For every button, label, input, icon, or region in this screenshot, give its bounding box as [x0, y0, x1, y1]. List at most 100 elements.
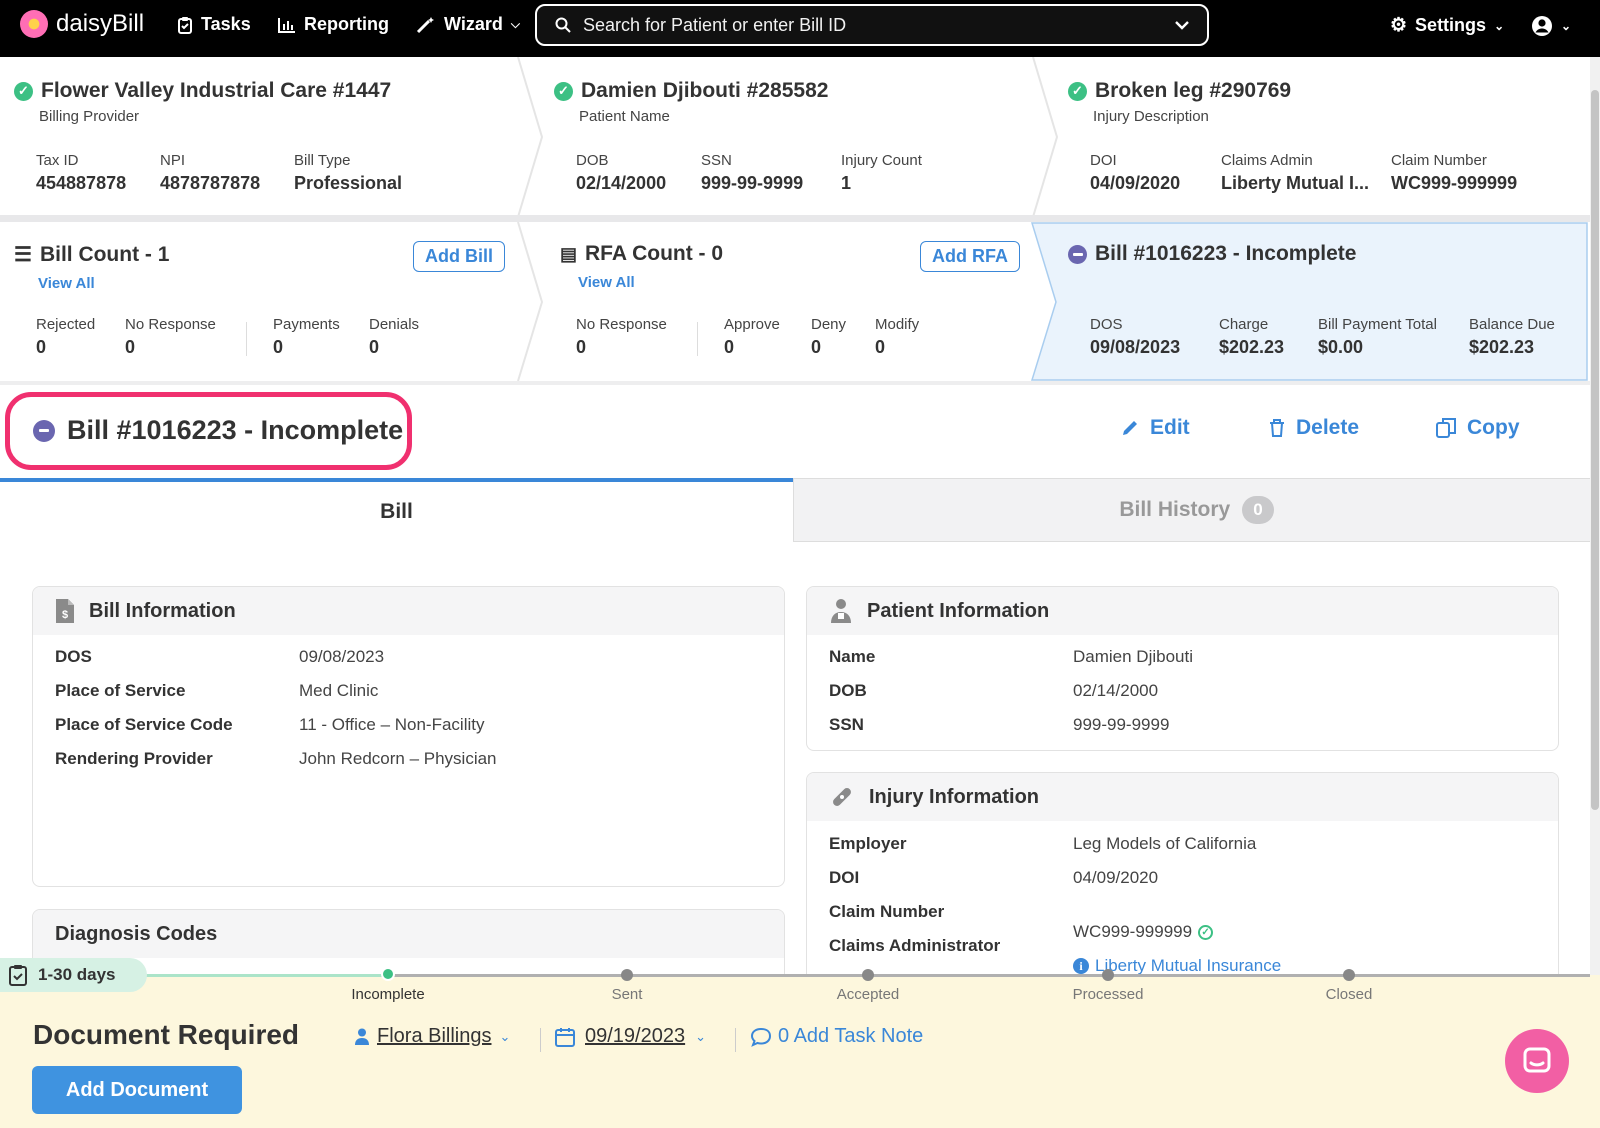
check-circle-icon: ✓	[14, 81, 33, 101]
bill-rejected: Rejected 0	[36, 316, 96, 357]
tab-bill-history-label: Bill History	[1119, 498, 1231, 521]
divider	[246, 322, 247, 356]
bill-balance-due: Balance Due $202.23	[1469, 316, 1555, 357]
copy-button[interactable]: Copy	[1435, 416, 1520, 440]
patient-information-panel: Patient Information Name Damien Djibouti …	[806, 586, 1559, 751]
divider	[540, 1028, 541, 1052]
bill-information-header: $ Bill Information	[33, 587, 784, 635]
selected-bill-card[interactable]: Bill #1016223 - Incomplete DOS 09/08/2023…	[1055, 222, 1590, 381]
provider-card[interactable]: ✓ Flower Valley Industrial Care #1447 Bil…	[0, 57, 520, 217]
step-label-sent: Sent	[611, 986, 643, 1003]
nav-reporting[interactable]: Reporting	[278, 14, 389, 35]
bandage-icon	[833, 788, 851, 806]
step-dot-accepted	[862, 969, 874, 981]
nav-tasks[interactable]: Tasks	[177, 14, 251, 35]
copy-icon	[1436, 418, 1456, 438]
place-of-service-row: Place of Service Med Clinic	[55, 681, 379, 700]
bill-dos-row: DOS 09/08/2023	[55, 647, 385, 666]
counts-row: ☰ Bill Count - 1 View All Add Bill Reject…	[0, 222, 1600, 381]
provider-subtitle: Billing Provider	[39, 108, 140, 125]
comment-icon	[750, 1027, 772, 1047]
add-bill-button[interactable]: Add Bill	[413, 241, 505, 272]
summary-row: ✓ Flower Valley Industrial Care #1447 Bil…	[0, 57, 1600, 217]
chevron-down-icon: ⌄	[695, 1028, 707, 1044]
bill-denials: Denials 0	[369, 316, 420, 357]
invoice-icon: $	[56, 599, 74, 623]
tab-bill[interactable]: Bill	[0, 478, 793, 542]
add-rfa-button[interactable]: Add RFA	[920, 241, 1020, 272]
patient-name-row: Name Damien Djibouti	[829, 647, 1193, 666]
app-window: daisyBill Tasks Reporting Wizard ⌵ ⚙ Set…	[0, 0, 1600, 1128]
nav-settings[interactable]: ⚙ Settings ⌄	[1390, 14, 1504, 37]
brand-logo[interactable]: daisyBill	[20, 10, 144, 38]
bill-payment-total: Bill Payment Total $0.00	[1318, 316, 1437, 357]
search-input[interactable]	[583, 14, 1163, 36]
step-label-incomplete: Incomplete	[351, 986, 425, 1003]
rendering-provider-row: Rendering Provider John Redcorn – Physici…	[55, 749, 497, 768]
nav-reporting-label: Reporting	[304, 14, 389, 34]
patient-card[interactable]: ✓ Damien Djibouti #285582 Patient Name DO…	[540, 57, 1040, 217]
injury-information-header: Injury Information	[807, 773, 1558, 821]
user-menu[interactable]: ⌄	[1531, 15, 1571, 37]
add-document-button[interactable]: Add Document	[32, 1066, 242, 1114]
patient-title: Damien Djibouti #285582	[581, 79, 829, 102]
patient-dob-row: DOB 02/14/2000	[829, 681, 1159, 700]
chevron-down-icon: ⌄	[1494, 18, 1505, 33]
rfa-count-title: RFA Count - 0	[585, 242, 724, 265]
nav-wizard-label: Wizard	[444, 14, 503, 34]
bill-count-title: Bill Count - 1	[39, 242, 170, 266]
place-of-service-code-row: Place of Service Code 11 - Office – Non-F…	[55, 715, 485, 734]
svg-text:$: $	[62, 609, 68, 621]
patient-icon	[831, 599, 851, 623]
scrollbar-thumb[interactable]	[1591, 90, 1599, 810]
provider-npi: NPI 4878787878	[160, 152, 261, 193]
document-list-icon: ▤	[560, 243, 578, 264]
claims-administrator-row: Claims Administrator i Liberty Mutual Ins…	[829, 936, 1282, 975]
age-badge: 1-30 days	[0, 958, 147, 992]
diagnosis-codes-header: Diagnosis Codes	[33, 910, 784, 958]
add-task-note-button[interactable]: 0 Add Task Note	[750, 1025, 923, 1048]
search-icon	[555, 17, 571, 33]
section-divider	[0, 215, 1600, 222]
check-circle-icon: ✓	[554, 81, 573, 101]
rfa-count-card: ▤ RFA Count - 0 View All Add RFA No Respo…	[540, 222, 1035, 381]
step-label-accepted: Accepted	[836, 986, 900, 1003]
assignee-dropdown[interactable]: Flora Billings ⌄	[355, 1025, 510, 1048]
user-avatar-icon	[1532, 16, 1552, 36]
injury-claims-admin: Claims Admin Liberty Mutual I...	[1221, 152, 1370, 193]
step-label-closed: Closed	[1325, 986, 1373, 1003]
nav-tasks-label: Tasks	[201, 14, 251, 34]
view-all-rfa-link[interactable]: View All	[578, 274, 723, 291]
bill-charge: Charge $202.23	[1219, 316, 1285, 357]
patient-ssn-row: SSN 999-99-9999	[829, 715, 1170, 734]
chevron-down-icon: ⌄	[499, 1028, 511, 1044]
bill-no-response: No Response 0	[125, 316, 216, 357]
due-date-dropdown[interactable]: 09/19/2023 ⌄	[555, 1025, 706, 1048]
patient-ssn: SSN 999-99-9999	[701, 152, 804, 193]
trash-icon	[1270, 419, 1284, 437]
task-title: Document Required	[33, 1019, 300, 1050]
list-icon: ☰	[14, 244, 32, 266]
delete-button[interactable]: Delete	[1268, 416, 1359, 440]
tab-bill-history[interactable]: Bill History 0	[793, 478, 1600, 542]
info-icon: i	[1073, 958, 1089, 974]
bill-payments: Payments 0	[273, 316, 340, 357]
tab-bill-label: Bill	[380, 500, 413, 523]
top-nav: daisyBill Tasks Reporting Wizard ⌵ ⚙ Set…	[0, 0, 1600, 57]
view-all-bills-link[interactable]: View All	[38, 275, 169, 292]
magic-wand-icon	[416, 16, 434, 33]
chat-launcher-button[interactable]	[1505, 1029, 1569, 1093]
search-bar[interactable]	[535, 4, 1209, 46]
rfa-approve: Approve 0	[724, 316, 780, 357]
employer-row: Employer Leg Models of California	[829, 834, 1257, 853]
history-count-badge: 0	[1242, 496, 1274, 524]
check-circle-icon: ✓	[1198, 924, 1214, 940]
injury-card[interactable]: ✓ Broken leg #290769 Injury Description D…	[1055, 57, 1600, 217]
chevron-down-icon: ⌄	[1561, 19, 1572, 33]
edit-button[interactable]: Edit	[1120, 416, 1190, 440]
brand-name: daisyBill	[56, 10, 145, 37]
nav-wizard[interactable]: Wizard ⌵	[416, 14, 520, 35]
calendar-icon	[555, 1027, 575, 1047]
step-dot-sent	[621, 969, 633, 981]
chevron-down-icon[interactable]	[1175, 20, 1189, 30]
